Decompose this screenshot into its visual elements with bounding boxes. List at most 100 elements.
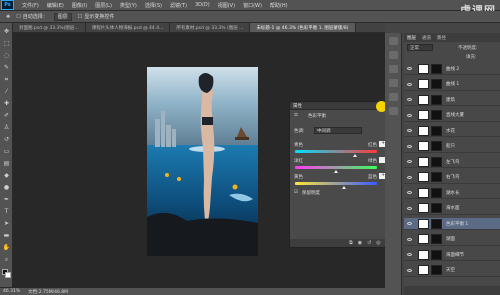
tone-dropdown[interactable]: 中间调 (314, 127, 362, 134)
layer-row[interactable]: 建筑 (404, 94, 500, 106)
layer-thumbnail (418, 141, 429, 151)
layer-row[interactable]: 色彩平衡 1 (404, 218, 500, 230)
visibility-eye-icon[interactable] (407, 82, 412, 86)
crop-tool-icon[interactable]: ⌗ (2, 75, 11, 84)
healing-brush-tool-icon[interactable]: ✚ (2, 99, 11, 108)
auto-select-target-dropdown[interactable]: 图层 (53, 12, 72, 21)
visibility-eye-icon[interactable] (407, 129, 412, 132)
layer-row[interactable]: 海面细节 (404, 249, 500, 261)
path-select-tool-icon[interactable]: ➤ (2, 219, 11, 228)
eraser-tool-icon[interactable]: ▭ (2, 147, 11, 156)
adjustments-panel-icon[interactable] (389, 107, 398, 115)
brush-panel-icon[interactable] (389, 51, 398, 59)
lasso-tool-icon[interactable]: ◌ (2, 51, 11, 60)
visibility-eye-icon[interactable] (407, 206, 412, 210)
marquee-tool-icon[interactable]: ⬚ (2, 39, 11, 48)
layer-name: 直线大厦 (446, 113, 464, 118)
move-tool-icon[interactable]: ✥ (6, 14, 10, 20)
info-panel-icon[interactable] (389, 93, 398, 101)
character-panel-icon[interactable] (389, 65, 398, 73)
yellow-blue-slider-thumb[interactable] (342, 186, 347, 189)
background-color-swatch[interactable] (5, 272, 11, 278)
history-brush-tool-icon[interactable]: ↺ (2, 135, 11, 144)
history-panel-icon[interactable] (389, 37, 398, 45)
cyan-red-slider-thumb[interactable] (352, 154, 357, 157)
preserve-luminosity-checkbox[interactable]: ☑ (294, 190, 298, 195)
tab-document-2[interactable]: 课程片头体人物海报.psd @ 44.4... (86, 23, 171, 32)
visibility-eye-icon[interactable] (407, 191, 412, 194)
tab-document-active[interactable]: 未标题-1 @ 46.3% (色彩平衡 1, 图层蒙版/8) (250, 23, 356, 32)
properties-footer: ⧉ ◉ ↺ ◎ 🗑 (290, 239, 396, 247)
paragraph-panel-icon[interactable] (389, 79, 398, 87)
document-artwork[interactable] (147, 67, 258, 256)
layer-row[interactable]: 湖水长 (404, 187, 500, 199)
visibility-eye-icon[interactable] (407, 253, 412, 256)
layer-row[interactable]: 直线大厦 (404, 110, 500, 122)
show-controls-checkbox[interactable]: ☐ (78, 14, 82, 20)
visibility-eye-icon[interactable] (407, 237, 412, 241)
tone-label: 色调: (294, 129, 305, 134)
tab-paths[interactable]: 路径 (434, 35, 449, 41)
cyan-red-slider-track[interactable] (295, 150, 377, 153)
layer-row[interactable]: 海水面 (404, 203, 500, 215)
visibility-eye-icon[interactable] (407, 113, 412, 117)
menu-select[interactable]: 选择(S) (145, 2, 162, 9)
menu-view[interactable]: 视图(V) (218, 2, 235, 9)
visibility-eye-icon[interactable] (407, 268, 412, 272)
layer-mask-thumbnail (431, 172, 442, 182)
magenta-green-slider-thumb[interactable] (334, 170, 338, 173)
menu-filter[interactable]: 滤镜(T) (170, 2, 187, 9)
layer-row[interactable]: 曲线 2 (404, 63, 500, 75)
blur-tool-icon[interactable]: ◆ (2, 171, 11, 180)
layer-thumbnail (418, 79, 429, 89)
visibility-eye-icon[interactable] (407, 222, 412, 225)
clone-stamp-tool-icon[interactable]: ♙ (2, 123, 11, 132)
layer-row[interactable]: 曲线 1 (404, 79, 500, 91)
layer-row[interactable]: 湖面 (404, 234, 500, 246)
layer-row[interactable]: 水花 (404, 125, 500, 137)
reset-icon[interactable]: ↺ (367, 240, 371, 246)
shape-tool-icon[interactable]: ▬ (2, 231, 11, 240)
tab-channels[interactable]: 通道 (419, 35, 434, 41)
visibility-icon[interactable]: ◎ (376, 240, 380, 246)
zoom-tool-icon[interactable]: ⌕ (2, 255, 11, 264)
visibility-eye-icon[interactable] (407, 144, 412, 148)
visibility-eye-icon[interactable] (407, 67, 412, 70)
menu-file[interactable]: 文件(F) (22, 2, 39, 9)
menu-3d[interactable]: 3D(D) (195, 2, 210, 8)
zoom-level[interactable]: 46.31% (3, 289, 20, 294)
quick-select-tool-icon[interactable]: ✎ (2, 63, 11, 72)
blend-mode-dropdown[interactable]: 正常 (407, 44, 433, 51)
brush-tool-icon[interactable]: ✐ (2, 111, 11, 120)
dodge-tool-icon[interactable]: ● (2, 183, 11, 192)
clip-to-layer-icon[interactable]: ⧉ (349, 240, 353, 246)
menu-image[interactable]: 图像(I) (72, 2, 87, 9)
menu-edit[interactable]: 编辑(E) (47, 2, 64, 9)
move-tool-icon[interactable]: ✥ (2, 27, 11, 36)
tab-document-1[interactable]: 封面图.psd @ 33.3%(图层... (13, 23, 86, 32)
menu-window[interactable]: 窗口(W) (243, 2, 262, 9)
menu-help[interactable]: 帮助(H) (270, 2, 288, 9)
tab-document-3[interactable]: 所有素材.psd @ 33.3% (图层 ... (170, 23, 251, 32)
menu-layer[interactable]: 图层(L) (95, 2, 112, 9)
gradient-tool-icon[interactable]: ▤ (2, 159, 11, 168)
hand-tool-icon[interactable]: ✋ (2, 243, 11, 252)
view-previous-icon[interactable]: ◉ (358, 240, 362, 246)
menu-type[interactable]: 类型(Y) (120, 2, 137, 9)
type-tool-icon[interactable]: T (2, 207, 11, 216)
layer-row[interactable]: 天空 (404, 265, 500, 277)
eyedropper-tool-icon[interactable]: ⁄ (2, 87, 11, 96)
layer-row[interactable]: 左飞鸟 (404, 156, 500, 168)
auto-select-checkbox[interactable]: ☐ (16, 14, 20, 20)
pen-tool-icon[interactable]: ✒ (2, 195, 11, 204)
tab-layers[interactable]: 图层 (404, 35, 419, 41)
visibility-eye-icon[interactable] (407, 175, 412, 179)
layer-row[interactable]: 船只 (404, 141, 500, 153)
yellow-blue-slider-track[interactable] (295, 182, 377, 185)
layer-thumbnail (418, 172, 429, 182)
visibility-eye-icon[interactable] (407, 160, 412, 163)
layer-name: 右飞鸟 (446, 175, 460, 180)
layer-row[interactable]: 右飞鸟 (404, 172, 500, 184)
visibility-eye-icon[interactable] (407, 98, 412, 101)
magenta-green-slider-track[interactable] (295, 166, 377, 169)
